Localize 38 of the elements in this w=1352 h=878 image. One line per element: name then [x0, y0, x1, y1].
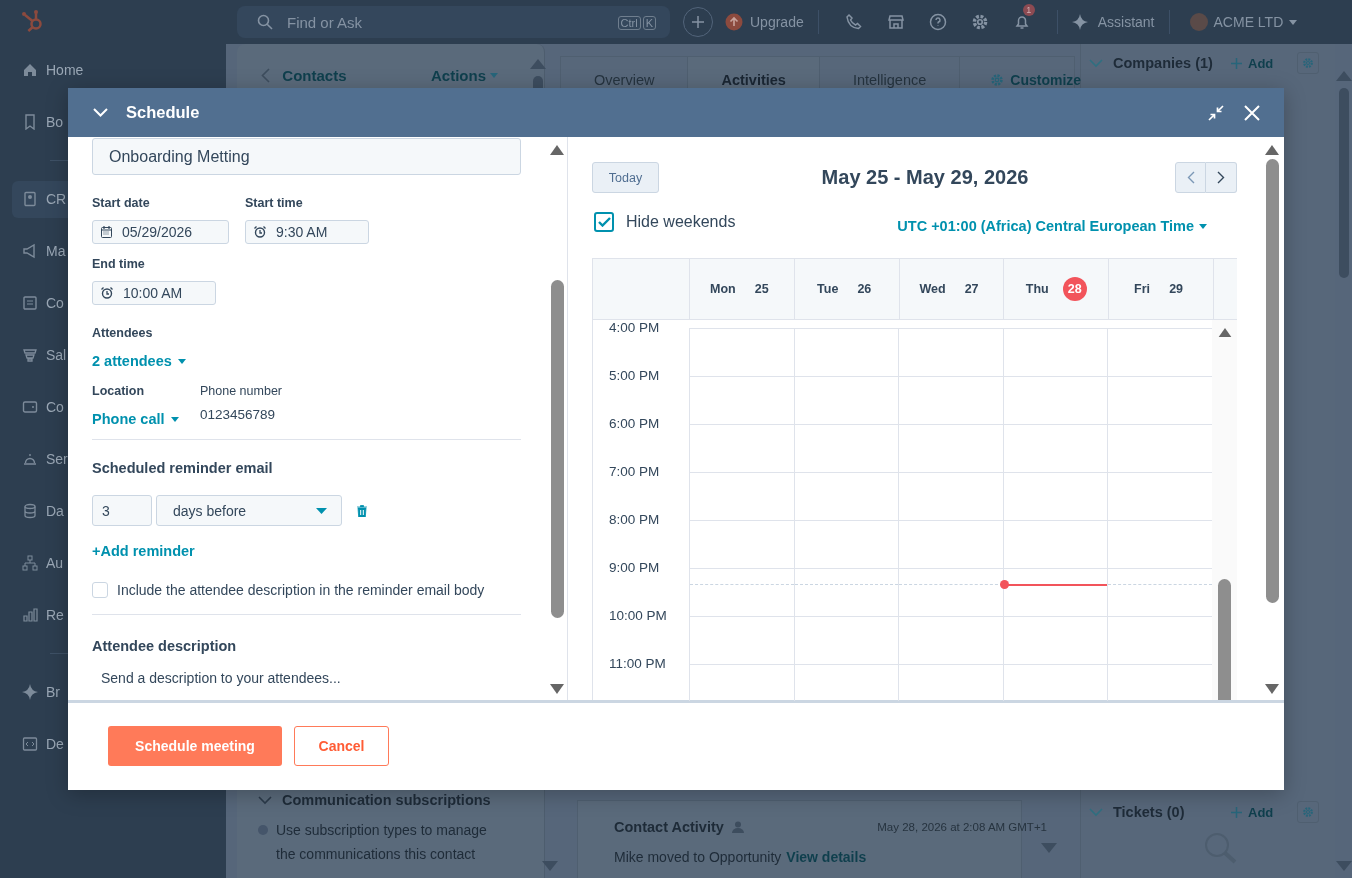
day-date: 26: [856, 281, 873, 298]
time-label: 9:00 PM: [608, 559, 661, 577]
time-label: 10:00 PM: [608, 607, 668, 625]
checkbox-label: Include the attendee description in the reminder email body: [117, 582, 485, 598]
shortcut-key: Ctrl: [617, 16, 641, 30]
day-date: 27: [963, 281, 980, 298]
field-label: Phone number: [200, 383, 282, 399]
checkbox-label: Hide weekends: [626, 213, 736, 231]
field-label: Start date: [92, 195, 151, 211]
phone-number-value: 0123456789: [200, 407, 277, 423]
field-label: Location: [92, 383, 146, 399]
day-name: Fri: [1134, 282, 1151, 296]
section-heading: Attendee description: [92, 638, 238, 654]
modal-title: Schedule: [126, 103, 200, 122]
activity-text: Mike moved to Opportunity: [614, 849, 782, 865]
time-label: 8:00 PM: [608, 511, 661, 529]
activity-time: May 28, 2026 at 2:08 AM GMT+1: [877, 821, 1047, 833]
date-range-title: May 25 - May 29, 2026: [820, 166, 1030, 189]
time-label: 7:00 PM: [608, 463, 661, 481]
notification-badge: 1: [1022, 4, 1035, 16]
time-label: 4:00 PM: [608, 320, 661, 337]
time-label: 11:00 PM: [608, 655, 667, 673]
section-heading: Scheduled reminder email: [92, 460, 274, 476]
day-name: Wed: [919, 282, 946, 296]
activity-title: Contact Activity: [614, 819, 724, 835]
field-label: Start time: [245, 195, 304, 211]
day-name: Mon: [710, 282, 736, 296]
day-date: 29: [1168, 281, 1185, 298]
paragraph: Use subscription types to manage the communications this contact: [276, 821, 488, 864]
field-label: Attendees: [92, 325, 154, 341]
day-date: 25: [753, 281, 770, 298]
time-label: 6:00 PM: [608, 415, 661, 433]
day-name: Tue: [817, 282, 839, 296]
time-label: 5:00 PM: [608, 367, 661, 385]
day-name: Thu: [1025, 282, 1049, 296]
day-date: 28: [1062, 277, 1087, 301]
shortcut-key: K: [642, 16, 656, 30]
field-label: End time: [92, 256, 146, 272]
